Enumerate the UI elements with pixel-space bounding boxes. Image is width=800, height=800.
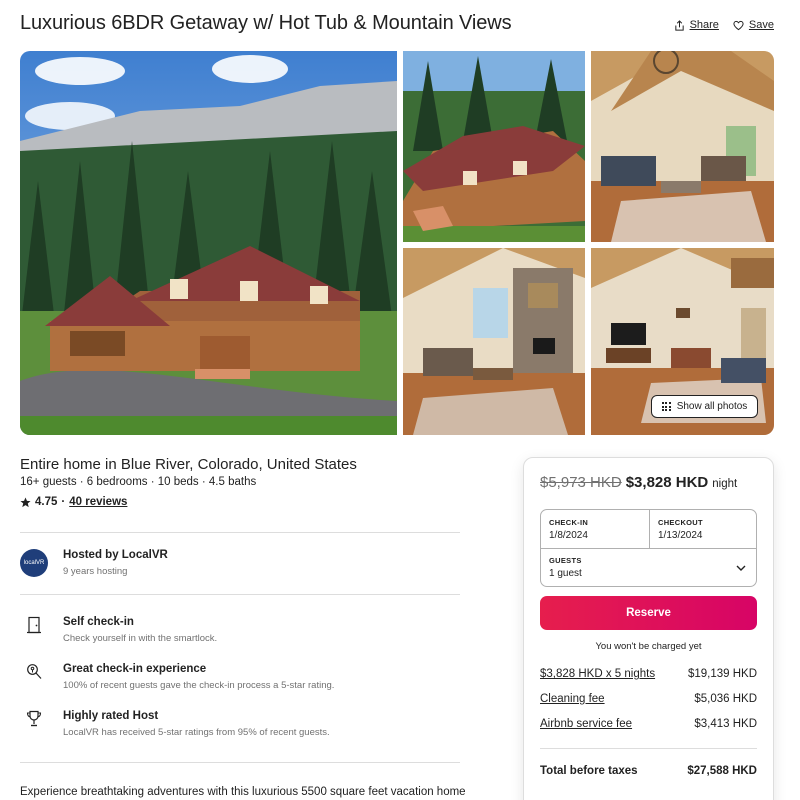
avatar-text: localVR (23, 560, 45, 566)
reserve-button[interactable]: Reserve (540, 596, 757, 630)
price-line-service: Airbnb service fee $3,413 HKD (540, 718, 757, 730)
nights-breakdown-link[interactable]: $3,828 HKD x 5 nights (540, 668, 655, 680)
service-fee-amount: $3,413 HKD (694, 718, 757, 730)
show-all-photos-button[interactable]: Show all photos (651, 395, 758, 418)
feature-title: Great check-in experience (63, 663, 207, 675)
guests-value: 1 guest (549, 568, 582, 579)
guests-field[interactable]: GUESTS 1 guest (549, 556, 582, 579)
trophy-icon (26, 710, 42, 727)
cleaning-fee-link[interactable]: Cleaning fee (540, 693, 605, 705)
photo-exterior-aerial[interactable] (403, 51, 585, 242)
home-type-heading: Entire home in Blue River, Colorado, Uni… (20, 456, 357, 473)
show-all-photos-label: Show all photos (676, 401, 748, 412)
checkout-field[interactable]: CHECKOUT 1/13/2024 (658, 518, 703, 541)
feature-title: Self check-in (63, 616, 134, 628)
service-fee-link[interactable]: Airbnb service fee (540, 718, 632, 730)
door-icon (27, 616, 41, 634)
price-line-nights: $3,828 HKD x 5 nights $19,139 HKD (540, 668, 757, 680)
save-button[interactable]: Save (733, 19, 774, 31)
photo-gallery (20, 51, 774, 435)
nights-amount: $19,139 HKD (687, 668, 757, 680)
photo-living-room-2[interactable] (403, 248, 585, 435)
home-capacity: 16+ guests · 6 bedrooms · 10 beds · 4.5 … (20, 476, 257, 488)
rating-summary: 4.75 · 40 reviews (20, 496, 127, 508)
chevron-down-icon[interactable] (736, 564, 746, 572)
original-price: $5,973 HKD (540, 474, 622, 491)
divider (649, 510, 650, 549)
no-charge-note: You won't be charged yet (595, 641, 702, 652)
checkin-field[interactable]: CHECK-IN 1/8/2024 (549, 518, 588, 541)
share-icon (674, 19, 684, 31)
listing-title: Luxurious 6BDR Getaway w/ Hot Tub & Moun… (20, 12, 512, 34)
total-label: Total before taxes (540, 765, 638, 777)
share-button[interactable]: Share (674, 19, 719, 31)
price-line-cleaning: Cleaning fee $5,036 HKD (540, 693, 757, 705)
cleaning-fee-amount: $5,036 HKD (694, 693, 757, 705)
total-row: Total before taxes $27,588 HKD (540, 765, 757, 777)
heart-icon (733, 20, 744, 30)
price-unit: night (712, 478, 738, 490)
checkout-label: CHECKOUT (658, 518, 703, 527)
key-search-icon (27, 664, 42, 679)
checkin-value: 1/8/2024 (549, 530, 588, 541)
rating-separator: · (61, 496, 66, 508)
divider (20, 762, 460, 763)
top-actions: Share Save (674, 19, 774, 31)
discounted-price: $3,828 HKD (625, 474, 709, 491)
feature-desc: 100% of recent guests gave the check-in … (63, 680, 335, 691)
divider (541, 548, 756, 549)
checkout-value: 1/13/2024 (658, 530, 703, 541)
avatar[interactable]: localVR (20, 549, 48, 577)
total-amount: $27,588 HKD (687, 765, 757, 777)
divider (20, 594, 460, 595)
feature-desc: Check yourself in with the smartlock. (63, 633, 218, 644)
listing-description: Experience breathtaking adventures with … (20, 786, 466, 798)
checkin-label: CHECK-IN (549, 518, 589, 527)
grid-icon (661, 402, 671, 411)
feature-title: Highly rated Host (63, 710, 159, 722)
host-years: 9 years hosting (63, 566, 128, 577)
booking-card: $5,973 HKD $3,828 HKD night CHECK-IN 1/8… (523, 457, 774, 800)
share-label: Share (689, 19, 719, 31)
star-icon (20, 496, 31, 507)
save-label: Save (748, 19, 774, 31)
feature-desc: LocalVR has received 5-star ratings from… (63, 727, 330, 738)
divider (20, 532, 460, 533)
photo-main-exterior[interactable] (20, 51, 397, 435)
divider (540, 748, 757, 749)
host-name: Hosted by LocalVR (63, 549, 168, 561)
rating-value: 4.75 (35, 496, 58, 508)
guests-label: GUESTS (549, 556, 582, 565)
date-guest-picker: CHECK-IN 1/8/2024 CHECKOUT 1/13/2024 GUE… (540, 509, 757, 587)
photo-living-room-1[interactable] (591, 51, 774, 242)
price-row: $5,973 HKD $3,828 HKD night (540, 474, 737, 491)
reviews-link[interactable]: 40 reviews (69, 496, 127, 508)
